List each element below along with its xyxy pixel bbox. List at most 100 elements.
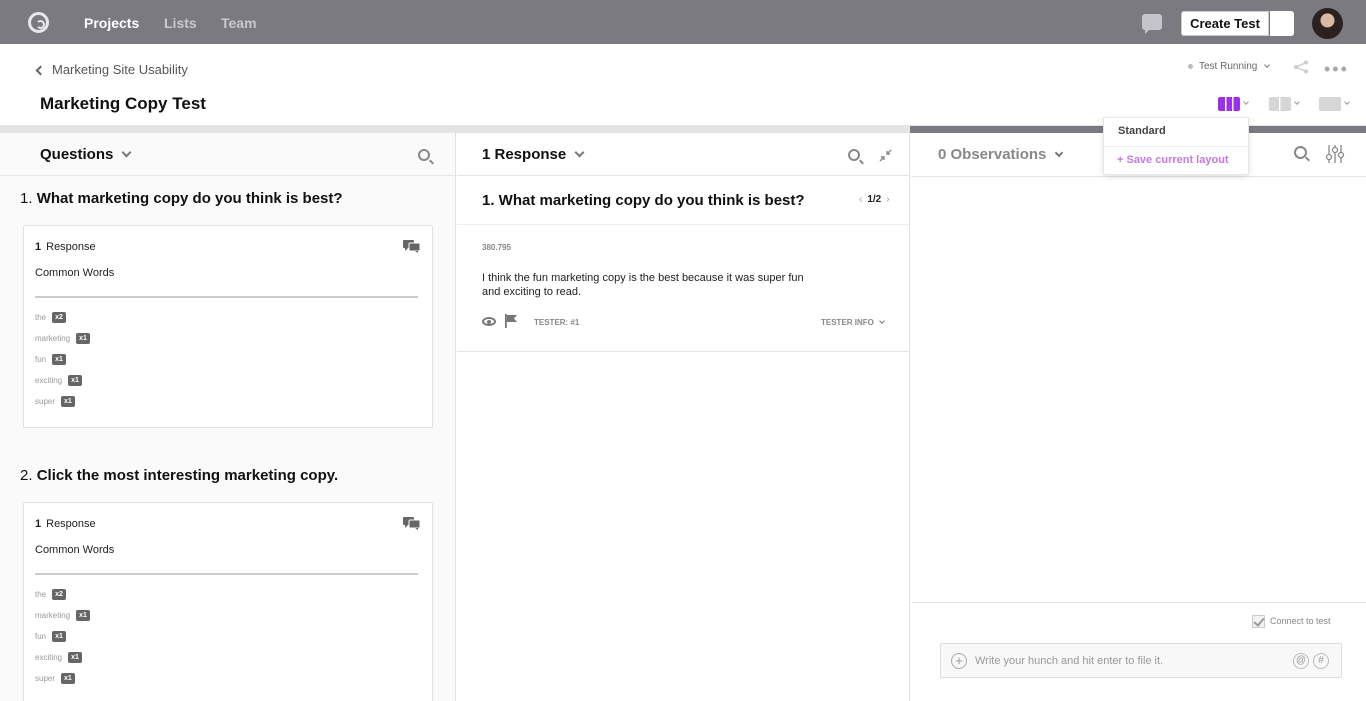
chevron-down-icon [1055, 148, 1064, 158]
responses-panel: 1 Response 1. What marketing copy do you… [457, 133, 910, 701]
divider [35, 573, 418, 575]
nav-projects[interactable]: Projects [84, 15, 139, 31]
word-frequency-row: super x1 [35, 673, 75, 684]
word-count-badge: x1 [61, 673, 75, 684]
comments-icon[interactable] [403, 517, 420, 530]
observations-dropdown[interactable]: 0 Observations [938, 146, 1064, 163]
panel-divider-strip [0, 126, 910, 133]
hashtag-icon[interactable]: # [1313, 653, 1329, 669]
layout-single-column-button[interactable] [1319, 95, 1350, 111]
word-frequency-row: marketing x1 [35, 610, 90, 621]
breadcrumb-back-link[interactable]: Marketing Site Usability [35, 62, 188, 77]
eye-icon[interactable] [482, 317, 496, 326]
question-title[interactable]: 1. What marketing copy do you think is b… [20, 190, 343, 207]
divider [1104, 146, 1248, 147]
app-logo-icon[interactable] [28, 12, 49, 33]
create-test-dropdown-button[interactable] [1270, 11, 1294, 36]
next-response-icon[interactable]: › [886, 194, 889, 205]
word-label: fun [35, 355, 47, 364]
word-frequency-row: the x2 [35, 312, 66, 323]
response-count: 1 [35, 518, 42, 530]
breadcrumb-label: Marketing Site Usability [52, 62, 188, 77]
messages-icon[interactable] [1142, 14, 1162, 34]
filter-settings-icon[interactable] [1325, 145, 1345, 163]
word-label: super [35, 397, 56, 406]
checkbox-icon[interactable] [1252, 615, 1265, 628]
comments-icon[interactable] [403, 240, 420, 253]
observations-heading: 0 Observations [938, 146, 1047, 163]
questions-panel: Questions 1. What marketing copy do you … [0, 133, 456, 701]
chevron-down-icon [879, 318, 885, 324]
more-options-icon[interactable]: ••• [1324, 60, 1349, 78]
collapse-panel-icon[interactable] [879, 149, 892, 162]
tester-id: TESTER: #1 [534, 318, 580, 327]
word-count-badge: x1 [76, 333, 90, 344]
flag-icon[interactable] [505, 314, 517, 328]
word-count-badge: x1 [52, 354, 66, 365]
divider [911, 176, 1366, 177]
layout-option-standard[interactable]: Standard [1118, 125, 1166, 137]
search-responses-icon[interactable] [848, 149, 860, 161]
test-status-dropdown[interactable]: Test Running [1188, 61, 1270, 72]
response-text: I think the fun marketing copy is the be… [482, 272, 804, 298]
search-questions-icon[interactable] [418, 149, 430, 161]
divider [457, 224, 909, 225]
user-avatar[interactable] [1312, 8, 1343, 39]
question-title[interactable]: 2. Click the most interesting marketing … [20, 467, 338, 484]
mention-icon[interactable]: @ [1293, 653, 1309, 669]
question-summary-card[interactable]: 1 Response Common Words the x2 marketing x1… [23, 502, 433, 701]
chevron-down-icon [1294, 98, 1300, 105]
word-count-badge: x1 [68, 375, 82, 386]
questions-dropdown[interactable]: Questions [40, 146, 132, 163]
question-number: 2. [20, 467, 33, 484]
nav-lists[interactable]: Lists [164, 15, 197, 31]
layout-two-column-button[interactable] [1269, 95, 1300, 111]
questions-heading: Questions [40, 146, 114, 163]
question-text: Click the most interesting marketing cop… [36, 467, 339, 484]
nav-team[interactable]: Team [221, 15, 257, 31]
word-count-badge: x2 [52, 589, 66, 600]
layout-three-column-button[interactable] [1218, 95, 1249, 111]
previous-response-icon[interactable]: ‹ [859, 194, 862, 205]
chevron-down-icon [1344, 98, 1350, 105]
word-count-badge: x1 [52, 631, 66, 642]
question-summary-card[interactable]: 1 Response Common Words the x2 marketing x1… [23, 225, 433, 428]
divider [457, 351, 909, 352]
create-test-button[interactable]: Create Test [1181, 11, 1269, 36]
word-frequency-row: exciting x1 [35, 652, 82, 663]
share-icon[interactable] [1293, 60, 1309, 74]
tester-info-toggle[interactable]: TESTER INFO [821, 318, 885, 327]
question-text: What marketing copy do you think is best… [36, 190, 343, 207]
word-label: the [35, 590, 47, 599]
word-count-badge: x2 [52, 312, 66, 323]
word-label: fun [35, 632, 47, 641]
word-label: the [35, 313, 47, 322]
word-label: super [35, 674, 56, 683]
response-count-label: 1 Response [35, 241, 96, 253]
response-question-title: 1. What marketing copy do you think is b… [482, 192, 805, 209]
observation-composer: Connect to test + @ # [911, 602, 1366, 701]
save-layout-button[interactable]: + Save current layout [1117, 154, 1229, 166]
word-frequency-row: fun x1 [35, 631, 66, 642]
responses-panel-header: 1 Response [457, 133, 909, 176]
connect-to-test-checkbox[interactable]: Connect to test [1252, 615, 1331, 628]
status-dot-icon [1188, 63, 1193, 69]
response-label: Response [46, 518, 96, 530]
search-observations-icon[interactable] [1294, 146, 1307, 159]
chevron-left-icon [35, 65, 46, 76]
response-label: Response [46, 241, 96, 253]
common-words-label: Common Words [35, 544, 115, 556]
hunch-input[interactable] [975, 652, 1275, 670]
add-icon[interactable]: + [951, 653, 967, 669]
word-count-badge: x1 [68, 652, 82, 663]
response-pager: ‹ 1/2 › [854, 194, 895, 205]
word-frequency-row: the x2 [35, 589, 66, 600]
observations-panel: 0 Observations Connect to test + @ # [911, 133, 1366, 701]
test-status-label: Test Running [1199, 61, 1258, 72]
question-number: 1. [20, 190, 33, 207]
word-label: marketing [35, 611, 71, 620]
responses-dropdown[interactable]: 1 Response [482, 146, 585, 163]
layout-menu-popover: Standard + Save current layout [1103, 117, 1249, 175]
chevron-down-icon [121, 147, 132, 158]
single-column-layout-icon [1319, 96, 1341, 111]
